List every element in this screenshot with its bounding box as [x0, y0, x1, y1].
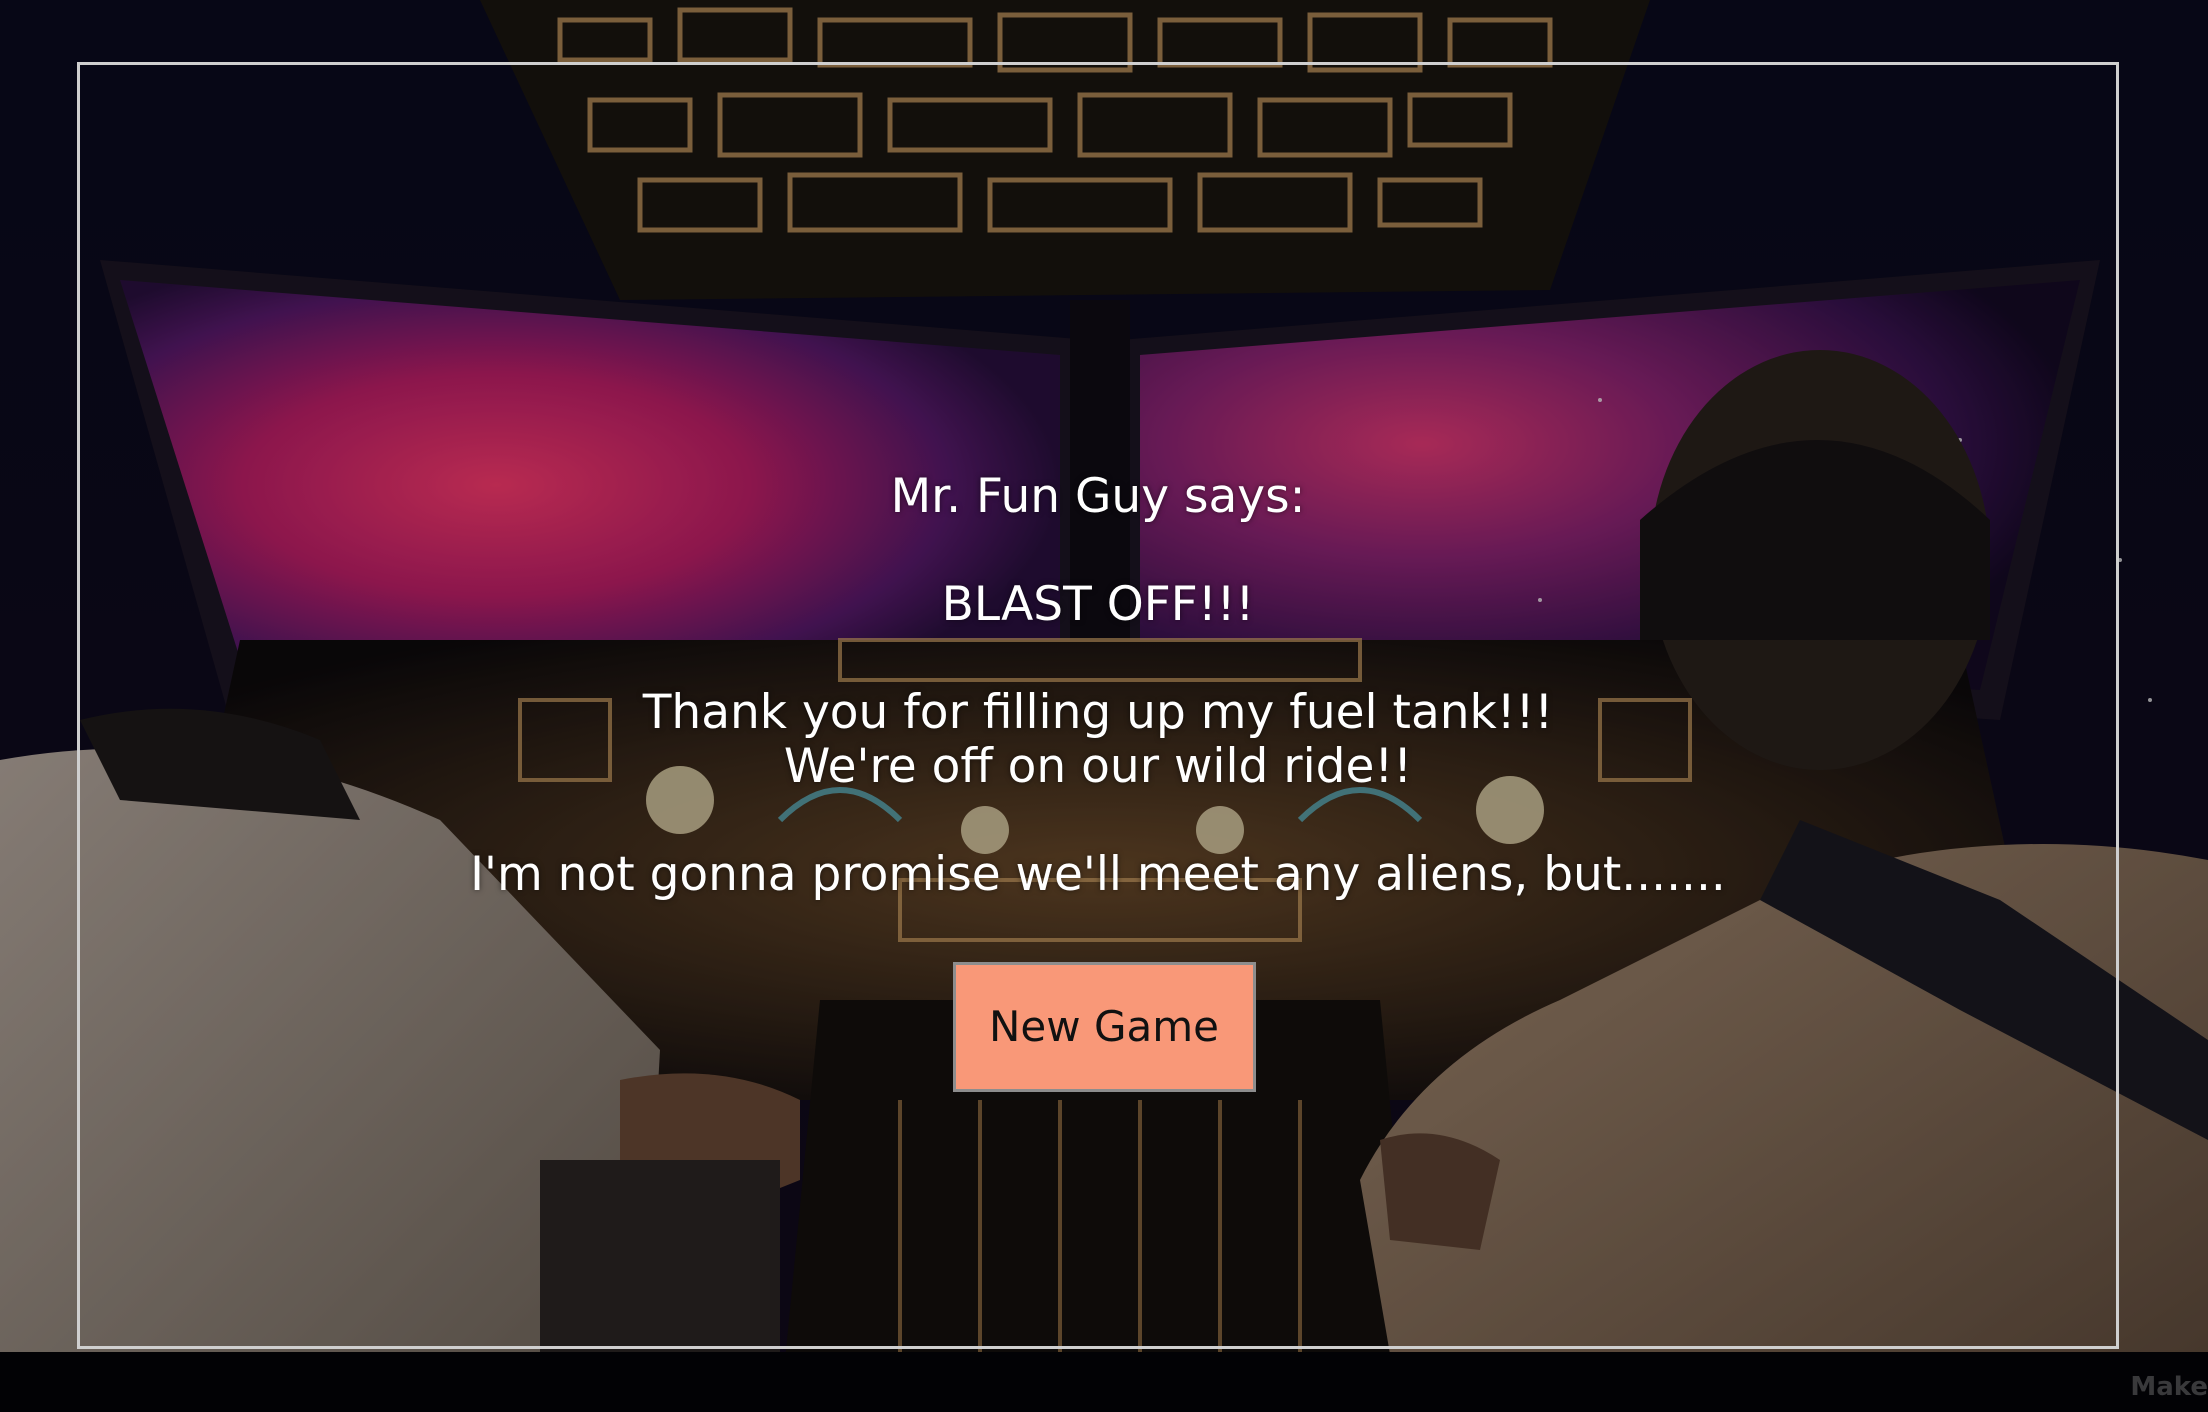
button-row: New Game: [0, 962, 2208, 1092]
speaker-label: Mr. Fun Guy says:: [890, 469, 1306, 524]
bottom-strip: [0, 1352, 2208, 1412]
watermark-text: Make: [2130, 1372, 2208, 1402]
dialog-message: Mr. Fun Guy says: BLAST OFF!!! Thank you…: [77, 470, 2119, 902]
blast-off-headline: BLAST OFF!!!: [941, 577, 1255, 632]
new-game-button[interactable]: New Game: [952, 962, 1256, 1092]
dialog-line-thanks: Thank you for filling up my fuel tank!!!: [642, 685, 1554, 740]
dialog-line-ride: We're off on our wild ride!!: [783, 739, 1413, 794]
dialog-line-aliens: I'm not gonna promise we'll meet any ali…: [470, 847, 1726, 902]
